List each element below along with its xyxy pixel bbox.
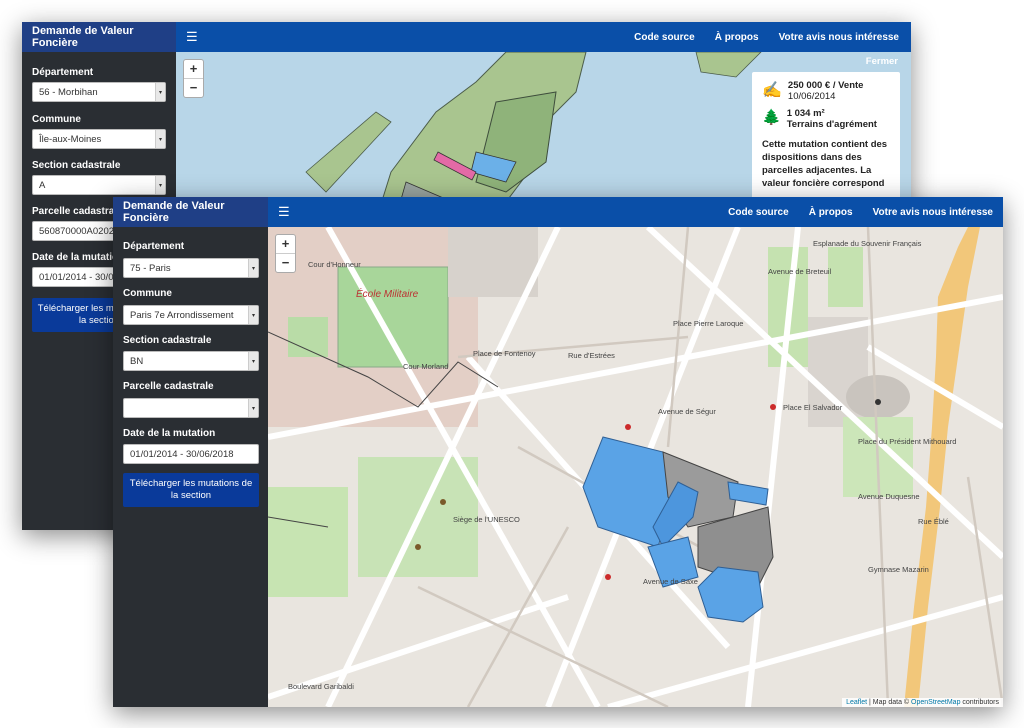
osm-link[interactable]: OpenStreetMap	[911, 699, 960, 706]
popup-area: 1 034 m²	[786, 108, 825, 119]
map-label-rue-estrees: Rue d'Estrées	[568, 351, 615, 360]
front-download-button[interactable]: Télécharger les mutations de la section	[123, 473, 259, 507]
popup-type: Terrains d'agrément	[786, 119, 877, 130]
hamburger-icon[interactable]: ☰	[186, 29, 198, 45]
signature-icon: ✍	[762, 82, 782, 99]
map-label-place-pierre-laroque: Place Pierre Laroque	[673, 319, 744, 328]
attribution-map-data: | Map data ©	[867, 699, 912, 706]
chevron-down-icon: ▾	[248, 306, 258, 324]
chevron-down-icon: ▾	[248, 352, 258, 370]
back-nav-links: Code source À propos Votre avis nous int…	[634, 32, 911, 43]
front-section-value: BN	[130, 356, 144, 367]
front-date-input[interactable]: 01/01/2014 - 30/06/2018	[123, 444, 259, 464]
front-section-label: Section cadastrale	[123, 335, 212, 346]
chevron-down-icon: ▾	[155, 83, 165, 101]
front-zoom-control: + −	[275, 234, 296, 273]
nav-source-link[interactable]: Code source	[728, 207, 789, 218]
back-date-label: Date de la mutation	[32, 252, 125, 263]
nav-feedback-link[interactable]: Votre avis nous intéresse	[873, 207, 993, 218]
back-section-select[interactable]: A ▾	[32, 175, 166, 195]
popup-note: Cette mutation contient des dispositions…	[762, 139, 888, 189]
map-attribution: Leaflet | Map data © OpenStreetMap contr…	[842, 698, 1003, 707]
map-label-bd-garibaldi: Boulevard Garibaldi	[288, 682, 354, 691]
front-departement-label: Département	[123, 241, 185, 252]
front-date-label: Date de la mutation	[123, 428, 216, 439]
map-label-gymnase-mazarin: Gymnase Mazarin	[868, 565, 929, 574]
back-departement-value: 56 - Morbihan	[39, 87, 98, 98]
back-departement-label: Département	[32, 67, 94, 78]
map-label-ecole-militaire: École Militaire	[356, 289, 419, 300]
map-label-avenue-duquesne: Avenue Duquesne	[858, 492, 920, 501]
front-commune-select[interactable]: Paris 7e Arrondissement ▾	[123, 305, 259, 325]
back-zoom-control: + −	[183, 59, 204, 98]
front-date-value: 01/01/2014 - 30/06/2018	[130, 449, 234, 460]
front-window: Demande de Valeur Foncière Département 7…	[113, 197, 1003, 707]
nav-about-link[interactable]: À propos	[809, 207, 853, 218]
front-departement-select[interactable]: 75 - Paris ▾	[123, 258, 259, 278]
nav-feedback-link[interactable]: Votre avis nous intéresse	[779, 32, 899, 43]
front-nav-links: Code source À propos Votre avis nous int…	[728, 207, 1003, 218]
front-navbar: ☰ Code source À propos Votre avis nous i…	[268, 197, 1003, 227]
map-label-unesco: Siège de l'UNESCO	[453, 515, 520, 524]
minus-icon[interactable]: −	[184, 79, 203, 97]
popup-price: 250 000 € / Vente	[787, 80, 864, 91]
back-departement-select[interactable]: 56 - Morbihan ▾	[32, 82, 166, 102]
chevron-down-icon: ▾	[155, 176, 165, 194]
popup-area-block: 1 034 m² Terrains d'agrément	[787, 108, 877, 130]
nav-about-link[interactable]: À propos	[715, 32, 759, 43]
back-parcelle-label: Parcelle cadastrale	[32, 206, 123, 217]
popup-date: 10/06/2014	[787, 91, 836, 102]
attribution-contributors: contributors	[960, 699, 999, 706]
map-label-place-fontenoy: Place de Fontenoy	[473, 349, 536, 358]
front-commune-label: Commune	[123, 288, 172, 299]
map-label-place-mithouard: Place du Président Mithouard	[858, 437, 957, 446]
map-label-avenue-segur: Avenue de Ségur	[658, 407, 716, 416]
front-app-title: Demande de Valeur Foncière	[113, 197, 268, 227]
back-commune-value: Île-aux-Moines	[39, 134, 102, 145]
back-commune-select[interactable]: Île-aux-Moines ▾	[32, 129, 166, 149]
back-commune-label: Commune	[32, 114, 81, 125]
front-commune-value: Paris 7e Arrondissement	[130, 310, 234, 321]
popup-price-row: ✍ 250 000 € / Vente 10/06/2014	[762, 80, 890, 102]
front-sidebar: Demande de Valeur Foncière Département 7…	[113, 197, 268, 707]
hamburger-icon[interactable]: ☰	[278, 204, 290, 220]
front-section-select[interactable]: BN ▾	[123, 351, 259, 371]
map-label-esplanade: Esplanade du Souvenir Français	[813, 239, 922, 248]
popup-area-row: 🌲 1 034 m² Terrains d'agrément	[762, 108, 890, 130]
map-label-place-el-salvador: Place El Salvador	[783, 403, 843, 412]
map-label-rue-eble: Rue Éblé	[918, 517, 949, 526]
popup-price-block: 250 000 € / Vente 10/06/2014	[788, 80, 864, 102]
chevron-down-icon: ▾	[248, 259, 258, 277]
nav-source-link[interactable]: Code source	[634, 32, 695, 43]
front-map[interactable]: École Militaire Cour d'Honneur Cour Morl…	[268, 227, 1003, 707]
tree-icon: 🌲	[762, 109, 781, 126]
map-label-avenue-saxe: Avenue de Saxe	[643, 577, 698, 586]
front-parcelle-label: Parcelle cadastrale	[123, 381, 214, 392]
map-label-cour-morland: Cour Morland	[403, 362, 449, 371]
chevron-down-icon: ▾	[248, 399, 258, 417]
plus-icon[interactable]: +	[276, 235, 295, 254]
minus-icon[interactable]: −	[276, 254, 295, 272]
plus-icon[interactable]: +	[184, 60, 203, 79]
back-section-label: Section cadastrale	[32, 160, 121, 171]
map-label-avenue-breteuil: Avenue de Breteuil	[768, 267, 832, 276]
popup-close-button[interactable]: Fermer	[866, 56, 898, 67]
front-parcelle-select[interactable]: ▾	[123, 398, 259, 418]
front-departement-value: 75 - Paris	[130, 263, 171, 274]
back-section-value: A	[39, 180, 46, 191]
back-parcelle-value: 560870000A0202	[39, 226, 115, 237]
chevron-down-icon: ▾	[155, 130, 165, 148]
back-navbar: ☰ Code source À propos Votre avis nous i…	[176, 22, 911, 52]
map-label-cour-honneur: Cour d'Honneur	[308, 260, 361, 269]
leaflet-link[interactable]: Leaflet	[846, 699, 867, 706]
back-app-title: Demande de Valeur Foncière	[22, 22, 176, 52]
